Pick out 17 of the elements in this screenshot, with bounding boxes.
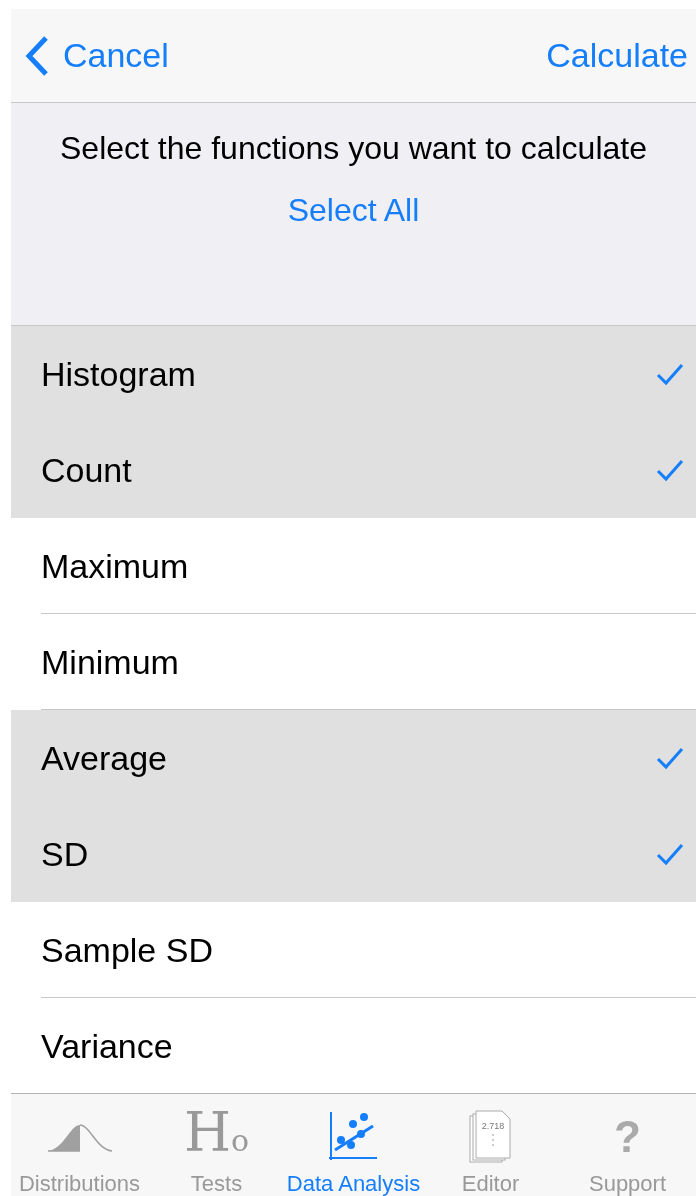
back-chevron-icon [25, 34, 49, 77]
tab-item[interactable]: Data Analysis [285, 1094, 422, 1196]
tab-item[interactable]: 2.718 Editor [422, 1094, 559, 1196]
cancel-button[interactable]: Cancel [25, 34, 169, 77]
checkmark-icon [656, 458, 684, 482]
bell-curve-icon [45, 1121, 114, 1153]
function-row[interactable]: Histogram [11, 326, 696, 422]
function-row[interactable]: SD [11, 806, 696, 902]
checkmark-icon [656, 842, 684, 866]
question-mark-icon: ? [614, 1112, 641, 1162]
instruction-text: Select the functions you want to calculate [59, 129, 648, 168]
checkmark-icon [656, 362, 684, 386]
scatter-plot-icon [328, 1112, 379, 1162]
function-row[interactable]: Count [11, 422, 696, 518]
calculate-button[interactable]: Calculate [546, 36, 688, 75]
checkmark-icon [656, 746, 684, 770]
function-row[interactable]: Average [11, 710, 696, 806]
